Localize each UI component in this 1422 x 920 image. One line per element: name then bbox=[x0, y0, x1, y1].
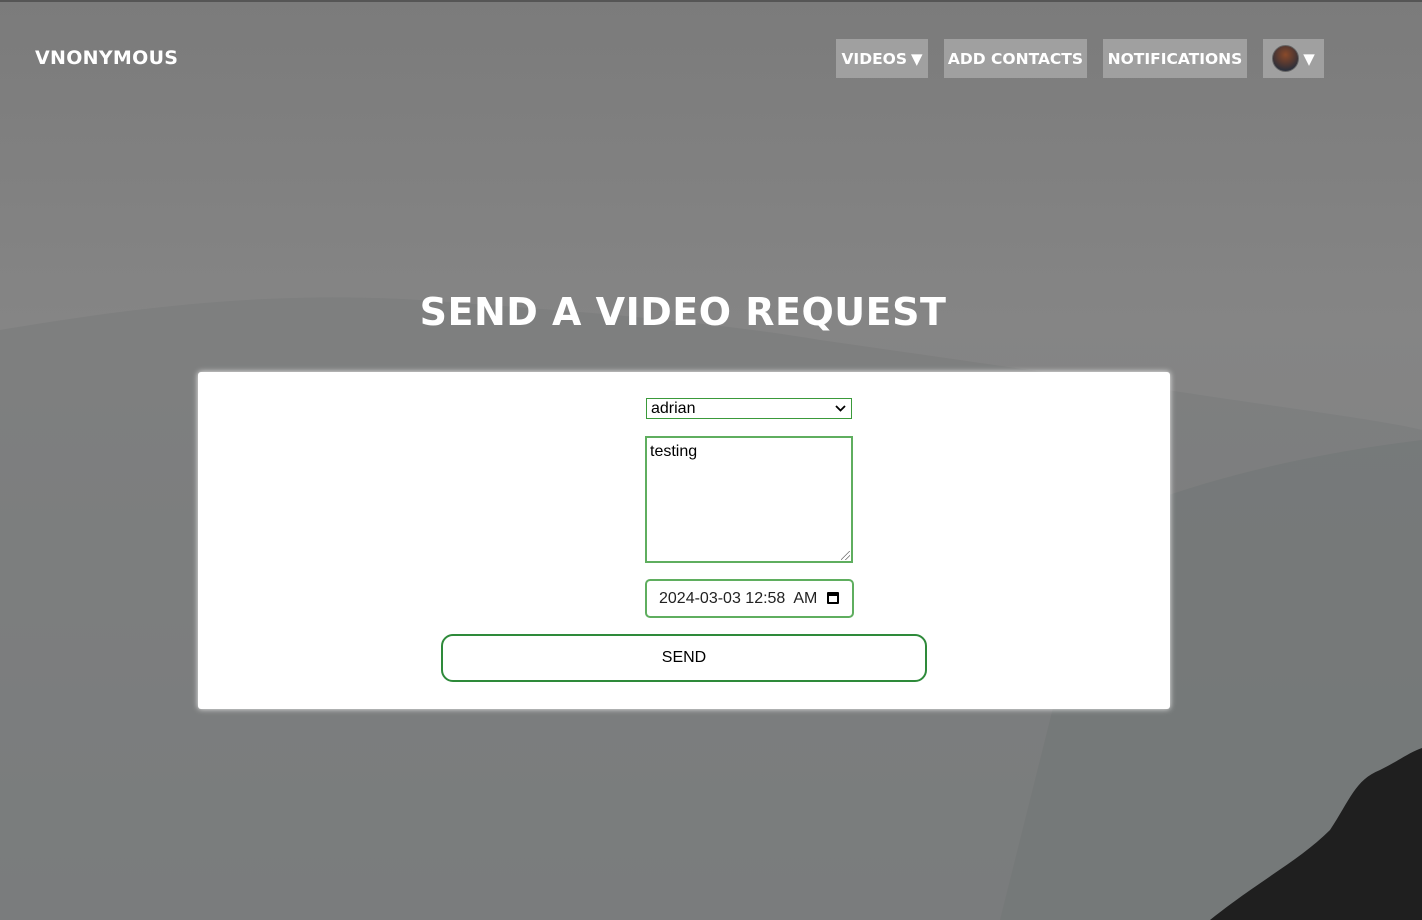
send-button[interactable]: SEND bbox=[441, 634, 927, 682]
calendar-icon[interactable] bbox=[827, 592, 839, 604]
nav-videos-label: VIDEOS bbox=[841, 49, 907, 68]
nav-add-contacts-button[interactable]: ADD CONTACTS bbox=[944, 39, 1087, 78]
nav-videos-button[interactable]: VIDEOS ▼ bbox=[836, 39, 928, 78]
dropdown-caret-icon: ▼ bbox=[1303, 49, 1315, 68]
nav-notifications-label: NOTIFICATIONS bbox=[1107, 49, 1243, 68]
nav-add-contacts-label: ADD CONTACTS bbox=[947, 49, 1084, 68]
avatar bbox=[1272, 45, 1300, 72]
due-date-value: 2024-03-03 12:58 AM bbox=[659, 590, 818, 607]
chevron-down-icon bbox=[835, 399, 846, 425]
resize-handle-icon[interactable] bbox=[841, 551, 850, 560]
due-date-input[interactable]: 2024-03-03 12:58 AM bbox=[645, 579, 854, 618]
profile-menu-button[interactable]: ▼ bbox=[1263, 39, 1324, 78]
nav-notifications-button[interactable]: NOTIFICATIONS bbox=[1103, 39, 1247, 78]
message-text: testing bbox=[650, 443, 698, 460]
page-title: SEND A VIDEO REQUEST bbox=[419, 290, 947, 334]
video-request-form: Receiver: adrian Enter a Message: testin… bbox=[198, 372, 1170, 709]
message-textarea[interactable]: testing bbox=[645, 436, 853, 563]
brand-logo[interactable]: VNONYMOUS bbox=[35, 47, 178, 69]
receiver-selected-value: adrian bbox=[651, 400, 696, 417]
receiver-select[interactable]: adrian bbox=[646, 398, 852, 419]
dropdown-caret-icon: ▼ bbox=[911, 49, 923, 68]
top-border bbox=[0, 0, 1422, 2]
